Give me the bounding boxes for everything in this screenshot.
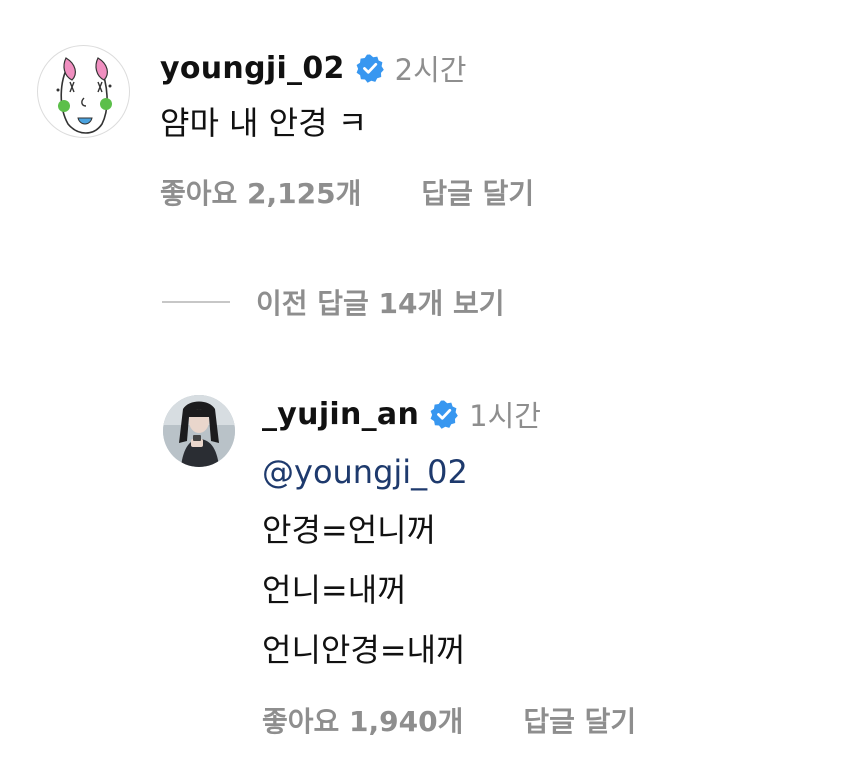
reply-likes[interactable]: 좋아요 1,940개 xyxy=(262,700,463,740)
avatar-yujin[interactable] xyxy=(163,395,235,467)
reply-username[interactable]: _yujin_an xyxy=(262,397,419,432)
verified-badge-icon xyxy=(429,399,459,429)
divider-line xyxy=(162,301,230,303)
reply-time: 1시간 xyxy=(469,399,541,433)
view-replies-label[interactable]: 이전 답글 14개 보기 xyxy=(256,282,505,322)
reply-text-line: 안경=언니꺼 xyxy=(262,511,437,549)
mention-link[interactable]: @youngji_02 xyxy=(262,452,468,492)
reply-text-line: 언니안경=내꺼 xyxy=(262,631,466,669)
comment-time: 2시간 xyxy=(394,53,467,87)
reply-button[interactable]: 답글 달기 xyxy=(523,700,636,740)
reply-text-line: 언니=내꺼 xyxy=(262,571,407,609)
comment-actions: 좋아요 2,125개 답글 달기 xyxy=(160,172,534,212)
reply-actions: 좋아요 1,940개 답글 달기 xyxy=(262,700,636,740)
reply-button[interactable]: 답글 달기 xyxy=(421,172,534,212)
verified-badge-icon xyxy=(355,53,385,83)
comment-header: youngji_02 2시간 xyxy=(160,48,466,88)
comment-username[interactable]: youngji_02 xyxy=(160,51,345,86)
view-previous-replies[interactable]: 이전 답글 14개 보기 xyxy=(162,282,505,322)
reply-header: _yujin_an 1시간 xyxy=(262,394,541,434)
doodle-avatar-image xyxy=(56,57,112,134)
comment-text: 얌마 내 안경 ㅋ xyxy=(160,104,368,142)
comment-likes[interactable]: 좋아요 2,125개 xyxy=(160,172,361,212)
profile-photo-image xyxy=(163,395,235,467)
avatar-youngji[interactable] xyxy=(37,45,130,138)
